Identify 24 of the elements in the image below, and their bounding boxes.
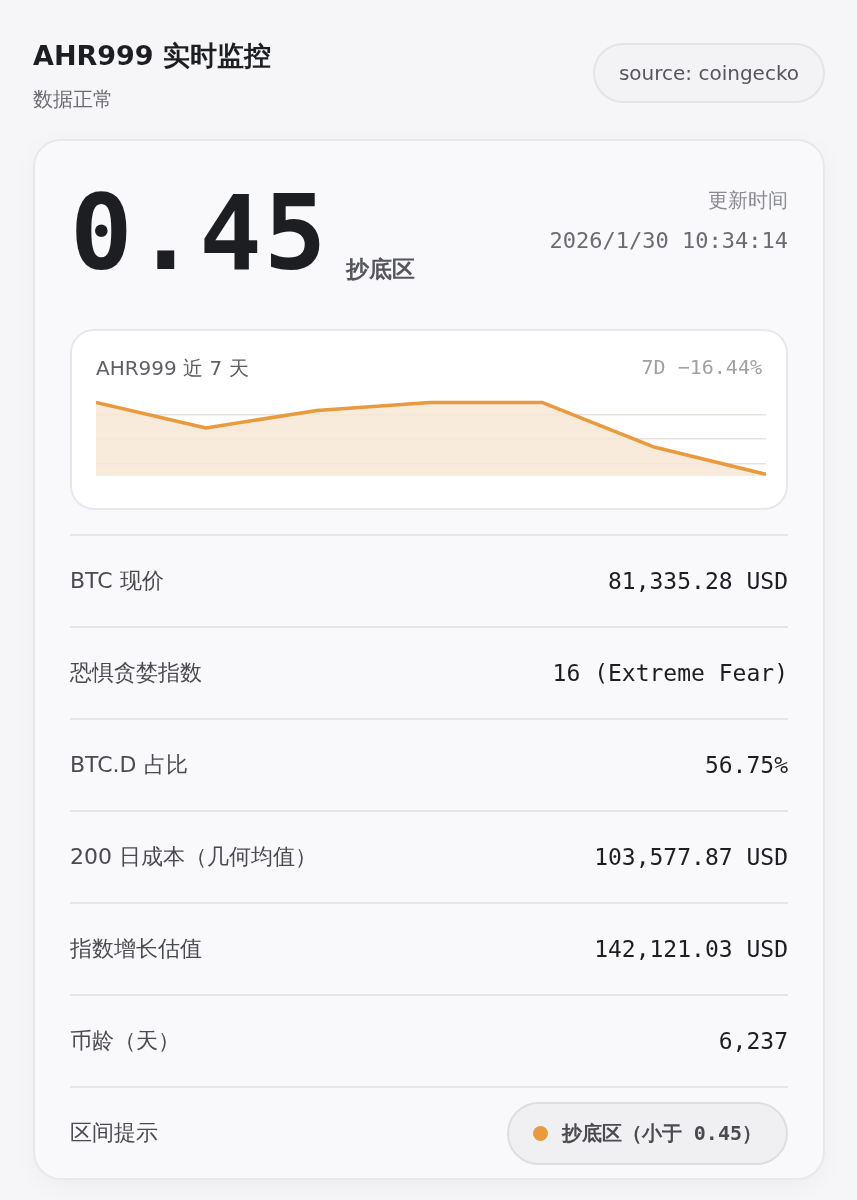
metric-value: 6,237 [718, 1028, 788, 1054]
metric-value: 16 (Extreme Fear) [552, 660, 788, 686]
metric-value: 56.75% [704, 752, 788, 778]
metric-label: BTC.D 占比 [70, 751, 188, 779]
metric-label: BTC 现价 [70, 567, 164, 595]
metric-value: 142,121.03 USD [594, 936, 788, 962]
updated-label: 更新时间 [707, 187, 788, 214]
zone-badge: 抄底区（小于 0.45） [506, 1101, 788, 1165]
source-badge: source: coingecko [592, 43, 825, 103]
metric-label: 200 日成本（几何均值） [70, 843, 317, 871]
index-value: 0.45 [70, 181, 329, 285]
metric-label: 恐惧贪婪指数 [70, 659, 202, 687]
status-text: 数据正常 [33, 86, 114, 113]
metric-label: 币龄（天） [70, 1027, 180, 1055]
metric-label: 指数增长估值 [70, 935, 202, 963]
status-dot-icon [532, 1125, 548, 1141]
page-title: AHR999 实时监控 [33, 39, 272, 73]
metric-value: 81,335.28 USD [608, 568, 788, 594]
zone-label: 抄底区 [346, 255, 416, 284]
trend-title: AHR999 近 7 天 [96, 355, 249, 382]
metric-label: 区间提示 [70, 1119, 158, 1147]
metric-value: 103,577.87 USD [594, 844, 788, 870]
updated-time: 2026/1/30 10:34:14 [549, 228, 788, 253]
trend-change: 7D −16.44% [641, 355, 762, 381]
